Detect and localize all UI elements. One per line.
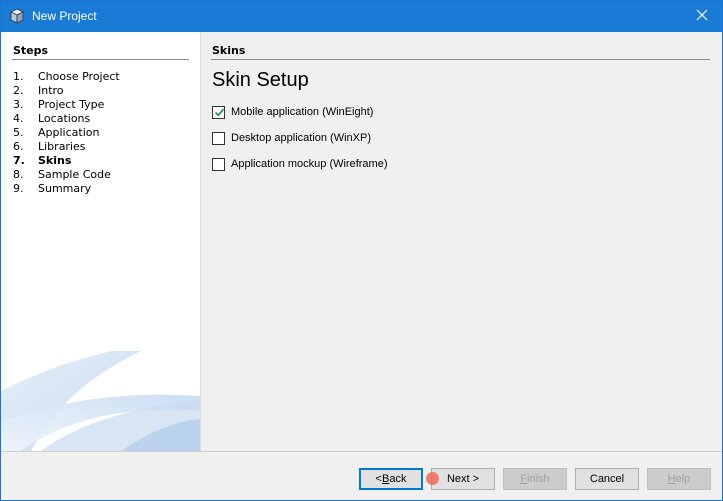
option-application-mockup[interactable]: Application mockup (Wireframe) xyxy=(212,156,388,172)
content-heading: Skins xyxy=(212,44,246,57)
skins-content-panel: Skins Skin Setup Mobile application (Win… xyxy=(201,32,722,451)
help-button[interactable]: Help xyxy=(647,468,711,490)
project-cube-icon xyxy=(9,8,25,24)
footer-divider xyxy=(1,451,722,452)
page-title: Skin Setup xyxy=(212,69,309,91)
new-project-dialog: New Project Steps 1. Choose Project 2. Int… xyxy=(0,0,723,501)
step-item: 5. Application xyxy=(13,126,100,139)
step-item: 3. Project Type xyxy=(13,98,105,111)
cancel-button[interactable]: Cancel xyxy=(575,468,639,490)
step-item-current: 7. Skins xyxy=(13,154,72,167)
next-button[interactable]: Next > xyxy=(431,468,495,490)
application-mockup-checkbox[interactable] xyxy=(212,157,225,171)
option-mobile-application[interactable]: Mobile application (WinEight) xyxy=(212,104,373,120)
mobile-application-checkbox[interactable] xyxy=(212,105,225,119)
option-label: Desktop application (WinXP) xyxy=(231,132,372,144)
close-button[interactable] xyxy=(682,1,722,32)
step-item: 9. Summary xyxy=(13,182,92,195)
content-divider xyxy=(211,59,710,60)
close-icon xyxy=(696,9,708,24)
step-item: 6. Libraries xyxy=(13,140,86,153)
steps-divider xyxy=(12,59,189,60)
steps-panel: Steps 1. Choose Project 2. Intro 3. Project… xyxy=(1,32,200,451)
back-button[interactable]: < Back xyxy=(359,468,423,490)
desktop-application-checkbox[interactable] xyxy=(212,131,225,145)
step-item: 1. Choose Project xyxy=(13,70,120,83)
step-item: 4. Locations xyxy=(13,112,91,125)
steps-list: 1. Choose Project 2. Intro 3. Project Type … xyxy=(13,70,120,196)
option-label: Mobile application (WinEight) xyxy=(231,106,374,118)
option-label: Application mockup (Wireframe) xyxy=(231,158,388,170)
finish-button[interactable]: Finish xyxy=(503,468,567,490)
decorative-swoosh xyxy=(1,351,200,451)
step-item: 2. Intro xyxy=(13,84,64,97)
checkmark-icon xyxy=(214,108,225,116)
step-item: 8. Sample Code xyxy=(13,168,111,181)
window-title: New Project xyxy=(32,9,97,23)
title-bar: New Project xyxy=(1,1,722,32)
option-desktop-application[interactable]: Desktop application (WinXP) xyxy=(212,130,371,146)
cursor-marker xyxy=(426,472,439,485)
steps-heading: Steps xyxy=(13,44,49,57)
